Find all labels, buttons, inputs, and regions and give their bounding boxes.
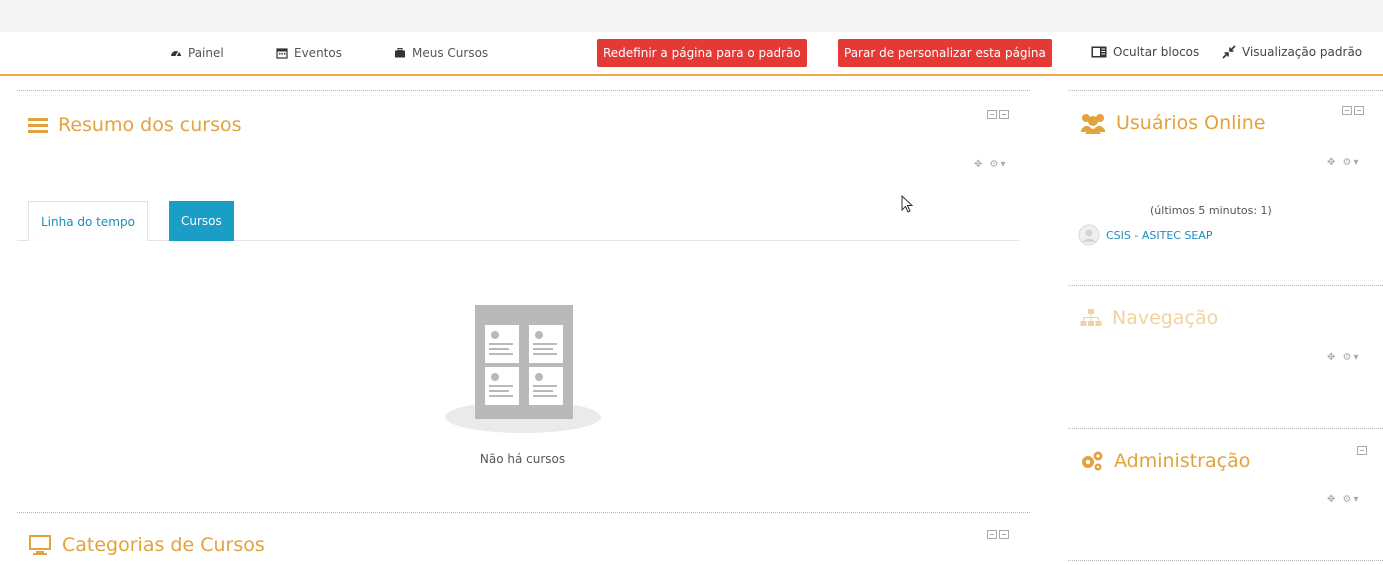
stop-customising-button[interactable]: Parar de personalizar esta página — [838, 39, 1052, 67]
nav-meus-cursos-label: Meus Cursos — [412, 46, 489, 60]
course-categories-divider — [17, 512, 1030, 513]
hide-blocks-icon — [1091, 46, 1107, 58]
no-courses-message: Não há cursos — [479, 452, 566, 466]
nav-meus-cursos[interactable]: Meus Cursos — [394, 46, 488, 60]
online-users-heading: Usuários Online — [1080, 112, 1265, 134]
compress-icon — [1222, 45, 1236, 59]
nav-painel-label: Painel — [188, 46, 224, 60]
course-overview-divider — [17, 90, 1030, 91]
nav-eventos[interactable]: Eventos — [276, 46, 342, 60]
user-avatar-icon — [1078, 224, 1100, 246]
briefcase-icon — [395, 48, 405, 58]
collapse-block-icon[interactable] — [1342, 106, 1352, 115]
calendar-icon — [276, 48, 288, 59]
administration-heading: Administração — [1080, 450, 1250, 472]
course-overview-heading: Resumo dos cursos — [28, 114, 242, 136]
administration-move-icon[interactable]: ✥ ⚙▾ — [1327, 494, 1361, 505]
default-view-label: Visualização padrão — [1242, 45, 1363, 59]
sitemap-icon — [1080, 309, 1102, 326]
online-users-subtitle: (últimos 5 minutos: 1) — [1150, 204, 1272, 217]
tab-courses[interactable]: Cursos — [169, 201, 234, 241]
reset-page-button[interactable]: Redefinir a página para o padrão — [597, 39, 807, 67]
online-user-item[interactable]: CSIS - ASITEC SEAP — [1078, 224, 1213, 246]
top-navbar: Painel Eventos Meus Cursos Redefinir a p… — [0, 32, 1383, 76]
dock-block-icon[interactable] — [999, 530, 1009, 539]
online-users-block-controls[interactable] — [1342, 106, 1364, 115]
online-users-divider — [1068, 90, 1383, 91]
course-overview-move-icon[interactable]: ✥ ⚙▾ — [974, 159, 1008, 170]
nav-painel[interactable]: Painel — [170, 46, 224, 60]
online-users-title: Usuários Online — [1116, 112, 1266, 134]
default-view-link[interactable]: Visualização padrão — [1222, 45, 1362, 59]
course-overview-title: Resumo dos cursos — [58, 114, 242, 136]
collapse-block-icon[interactable] — [987, 530, 997, 539]
course-categories-heading: Categorias de Cursos — [28, 534, 265, 556]
monitor-icon — [29, 535, 51, 555]
dashboard-icon — [171, 51, 181, 57]
mouse-cursor-icon — [901, 195, 914, 213]
collapse-block-icon[interactable] — [987, 110, 997, 119]
online-user-name: CSIS - ASITEC SEAP — [1106, 228, 1213, 242]
course-overview-block-controls[interactable] — [987, 110, 1009, 119]
course-categories-block-controls[interactable] — [987, 530, 1009, 539]
navigation-title: Navegação — [1112, 307, 1219, 329]
dock-block-icon[interactable] — [1357, 446, 1367, 455]
navigation-heading: Navegação — [1080, 307, 1218, 329]
nav-eventos-label: Eventos — [294, 46, 342, 60]
bottom-divider — [1068, 560, 1383, 561]
navigation-divider — [1068, 285, 1383, 286]
dock-block-icon[interactable] — [999, 110, 1009, 119]
tab-timeline[interactable]: Linha do tempo — [28, 201, 148, 241]
hide-blocks-link[interactable]: Ocultar blocos — [1091, 45, 1199, 59]
no-courses-illustration — [445, 305, 601, 433]
online-users-move-icon[interactable]: ✥ ⚙▾ — [1327, 157, 1361, 168]
course-categories-title: Categorias de Cursos — [62, 534, 265, 556]
navigation-move-icon[interactable]: ✥ ⚙▾ — [1327, 352, 1361, 363]
course-overview-tabs: Linha do tempo Cursos — [17, 201, 1019, 241]
administration-block-controls[interactable] — [1357, 446, 1367, 455]
administration-divider — [1068, 428, 1383, 429]
hide-blocks-label: Ocultar blocos — [1113, 45, 1200, 59]
users-icon — [1081, 114, 1105, 134]
dock-block-icon[interactable] — [1354, 106, 1364, 115]
top-strip — [0, 0, 1383, 32]
hamburger-icon — [28, 117, 48, 133]
administration-title: Administração — [1114, 450, 1251, 472]
cogs-icon — [1082, 451, 1103, 471]
